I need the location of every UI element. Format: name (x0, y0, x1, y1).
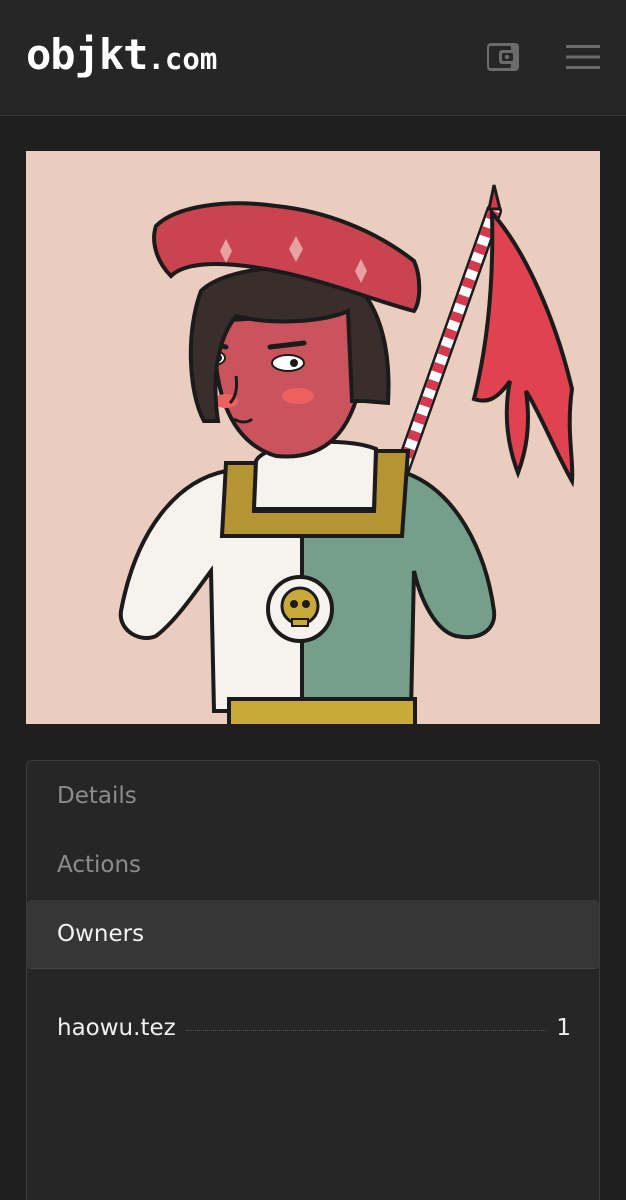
right-cheek (282, 388, 314, 404)
artwork-image[interactable] (26, 151, 600, 724)
dotted-leader (185, 1030, 547, 1031)
wallet-icon (487, 43, 519, 71)
owner-name-link[interactable]: haowu.tez (57, 1015, 176, 1041)
owner-row: haowu.tez 1 (57, 1001, 571, 1041)
artwork-illustration (26, 151, 600, 724)
site-header: objkt.com (0, 0, 626, 116)
item-info-panel: Details Actions Owners haowu.tez 1 (26, 760, 600, 1200)
menu-button[interactable] (564, 42, 602, 72)
tab-actions[interactable]: Actions (27, 831, 599, 900)
objkt-logo[interactable]: objkt.com (26, 34, 217, 76)
belt (227, 697, 417, 724)
tab-details[interactable]: Details (27, 762, 599, 831)
right-eye (271, 354, 305, 372)
logo-brand: objkt (26, 30, 148, 79)
tab-owners[interactable]: Owners (27, 900, 599, 969)
skull-badge (266, 575, 334, 643)
wallet-button[interactable] (486, 40, 520, 74)
hamburger-menu-icon (566, 45, 600, 69)
owner-quantity: 1 (556, 1015, 571, 1041)
logo-tld: .com (147, 42, 218, 76)
